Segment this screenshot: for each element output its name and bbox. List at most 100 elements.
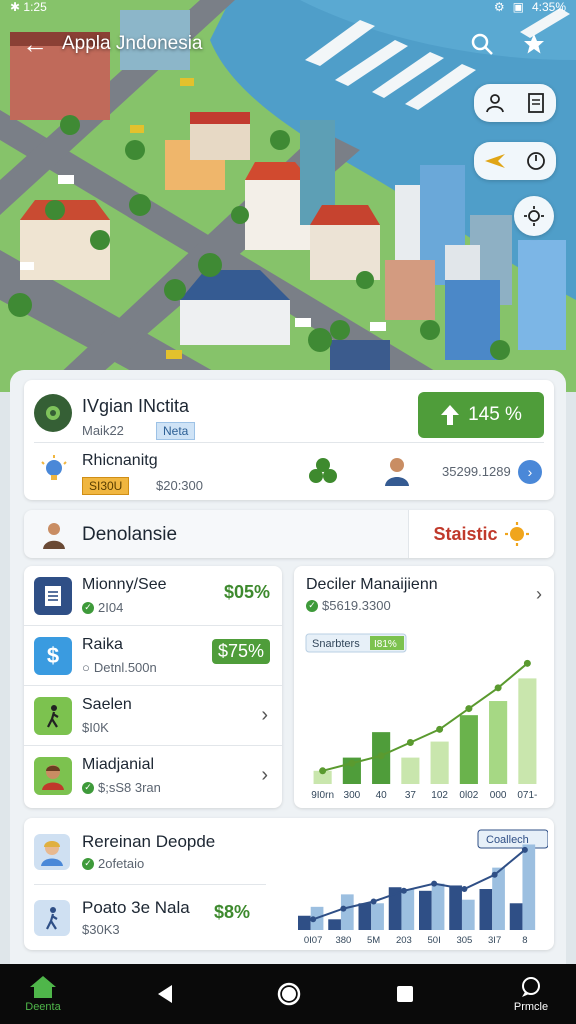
document-icon[interactable]	[523, 90, 549, 116]
chart-bar	[461, 899, 475, 930]
list-item-sub: ✓ $;sS8 3ran	[82, 780, 161, 795]
list-item-sub: $I0K	[82, 720, 109, 735]
dollar-icon: $	[34, 637, 72, 675]
chart-tick-label: 380	[335, 935, 351, 946]
report-row-sub: ✓ 2ofetaio	[82, 856, 144, 871]
nav-home-button[interactable]	[272, 964, 306, 1024]
overview-header: IVgian INctita Maik22 Neta 145 %	[24, 380, 554, 442]
chart-tick-label: 40	[376, 790, 388, 801]
list-item-sub-text: 2I04	[98, 600, 124, 615]
chart-tick-label: 8	[522, 935, 527, 946]
chart-tick-label: 50I	[428, 935, 441, 946]
chart-legend-label: Snarbters	[312, 638, 360, 650]
statistic-button[interactable]: Staistic	[408, 510, 554, 558]
chart-bar	[430, 741, 449, 784]
list-item[interactable]: Miadjanial ✓ $;sS8 3ran ›	[24, 746, 282, 806]
chart-tick-label: 071-	[517, 790, 537, 801]
summary-row[interactable]: Rhicnanitg SI30U $20:300 35299.1289 ›	[24, 444, 554, 500]
check-icon: ✓	[82, 601, 94, 614]
chart-card-sub-text: $5619.3300	[322, 598, 391, 613]
document-icon	[34, 577, 72, 615]
home-icon	[30, 976, 56, 998]
report-row[interactable]: Poato 3e Nala $30K3 $8%	[24, 890, 274, 948]
nav-back[interactable]	[148, 964, 182, 1024]
chart-bar	[401, 757, 420, 784]
chart-point	[340, 905, 347, 912]
chart-point	[491, 871, 498, 878]
growth-button[interactable]: 145 %	[418, 392, 544, 438]
chart-tick-label: 37	[405, 790, 417, 801]
list-item-title: Saelen	[82, 696, 132, 713]
report-row[interactable]: Rereinan Deopde ✓ 2ofetaio	[24, 824, 274, 882]
chart-bar	[518, 678, 537, 784]
list-item[interactable]: $ Raika ○ Detnl.500n $75%	[24, 626, 282, 686]
check-icon: ✓	[306, 599, 318, 612]
chart-legend-label: Coallech	[486, 834, 529, 846]
chart-point	[377, 752, 385, 760]
list-item-sub-text: Detnl.500n	[93, 660, 157, 675]
growth-chart: Snarbters I81% 9I0rn 300 40 37 102 0l02 000 071-	[305, 633, 537, 801]
chart-point	[436, 725, 444, 733]
chart-point	[310, 916, 317, 923]
person-icon[interactable]	[482, 90, 508, 116]
nav-profile-label: Prmcle	[513, 1001, 549, 1013]
person-portrait-icon	[34, 834, 70, 870]
battery-status-icon: ▣	[512, 0, 524, 14]
nav-profile[interactable]: Prmcle	[504, 964, 558, 1024]
clock-icon: ○	[82, 660, 90, 675]
chart-point	[521, 846, 528, 853]
report-row-title: Rereinan Deopde	[82, 832, 216, 851]
status-icons: ⚙ ▣ 4:35%	[494, 0, 566, 14]
status-time: ✱ 1:25	[10, 0, 47, 14]
search-icon[interactable]	[462, 24, 502, 64]
back-triangle-icon	[158, 985, 172, 1003]
list-item[interactable]: Mionny/See ✓ 2I04 $05%	[24, 566, 282, 626]
chart-tick-label: 5M	[367, 935, 380, 946]
chart-tick-label: 0I07	[304, 935, 323, 946]
chevron-right-icon[interactable]: ›	[518, 460, 542, 484]
chart-bar	[371, 903, 384, 930]
back-arrow-icon[interactable]: ←	[22, 29, 62, 60]
chevron-right-icon: ›	[261, 704, 268, 726]
app-title: Appla Jndonesia	[62, 33, 203, 54]
plane-icon[interactable]	[482, 148, 508, 174]
chart-point	[319, 767, 327, 775]
list-item-percent: $75%	[211, 639, 270, 664]
settings-status-icon: ⚙	[493, 0, 505, 14]
chart-card-sub: ✓ $5619.3300	[306, 598, 391, 613]
gear-icon	[34, 394, 72, 432]
list-item-sub-text: $;sS8 3ran	[98, 780, 161, 795]
chevron-right-icon[interactable]: ›	[536, 584, 542, 605]
metrics-list: Mionny/See ✓ 2I04 $05% $ Raika ○ Detnl.500…	[24, 566, 282, 808]
app-bar: ← Appla Jndonesia	[0, 22, 576, 66]
arrow-up-icon	[441, 405, 460, 425]
map-tools-pill	[474, 84, 556, 122]
report-row-percent: $8%	[214, 902, 251, 922]
chart-bar	[489, 701, 508, 784]
overview-tag: Neta	[156, 422, 196, 440]
report-row-title: Poato 3e Nala	[82, 898, 190, 917]
chart-bar	[419, 890, 432, 930]
overview-title: IVgian INctita	[82, 396, 190, 416]
chart-bar	[479, 889, 493, 930]
chart-tick-label: 102	[431, 790, 448, 801]
status-bar: ✱ 1:25 ⚙ ▣ 4:35%	[0, 0, 576, 14]
list-item[interactable]: Saelen $I0K ›	[24, 686, 282, 746]
nav-recents[interactable]	[388, 964, 422, 1024]
chat-bubble-icon	[522, 977, 540, 997]
chart-bar	[328, 919, 341, 930]
compass-icon[interactable]	[523, 148, 549, 174]
growth-chart-card[interactable]: Deciler Manaijienn ✓ $5619.3300 › Snarbte…	[294, 566, 554, 808]
overview-card: IVgian INctita Maik22 Neta 145 % Rhicnan…	[24, 380, 554, 500]
chart-bar	[522, 844, 536, 930]
sun-icon[interactable]	[514, 196, 554, 236]
chart-tick-label: 300	[344, 790, 361, 801]
list-item-sub: ✓ 2I04	[82, 600, 123, 615]
star-icon[interactable]	[514, 24, 554, 64]
report-row-sub: $30K3	[82, 922, 120, 937]
section-title: Denolansie	[82, 524, 178, 545]
chart-bar	[358, 903, 372, 930]
map-mode-pill	[474, 142, 556, 180]
user-avatar-icon	[38, 518, 70, 550]
nav-home[interactable]: Deenta	[18, 964, 68, 1024]
